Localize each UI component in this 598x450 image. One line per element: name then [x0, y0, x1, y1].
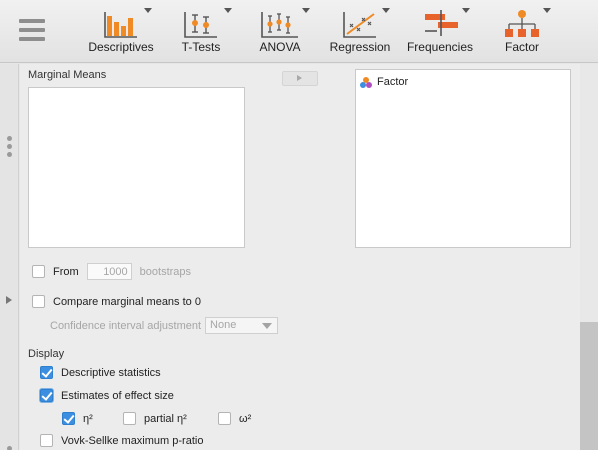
t-tests-button[interactable]: T-Tests [172, 4, 232, 60]
omega-squared-row: ω² [218, 412, 251, 425]
vovk-sellke-row: Vovk-Sellke maximum p-ratio [40, 434, 203, 447]
ci-adjustment-value: None [210, 319, 237, 331]
regression-icon [343, 12, 376, 38]
factor-hierarchy-icon [505, 10, 539, 37]
omega-squared-checkbox[interactable] [218, 412, 231, 425]
chevron-down-icon [262, 323, 273, 329]
compare-means-checkbox[interactable] [32, 295, 45, 308]
bar-chart-icon [104, 12, 137, 38]
analysis-options-panel: Marginal Means Factor From bootstraps Co… [20, 64, 580, 450]
marginal-means-title: Marginal Means [28, 69, 107, 81]
eta-squared-checkbox[interactable] [62, 412, 75, 425]
data-panel-splitter[interactable] [0, 64, 19, 450]
drag-handle-icon[interactable] [7, 136, 12, 160]
tool-label: Frequencies [406, 40, 474, 54]
marginal-means-target-list[interactable] [28, 87, 245, 248]
ribbon-toolbar: Descriptives T-Tests ANOVA Regression Fr… [0, 0, 598, 63]
factor-button[interactable]: Factor [494, 4, 551, 60]
anova-button[interactable]: ANOVA [252, 4, 310, 60]
eta-squared-label: η² [83, 412, 93, 425]
display-title: Display [28, 348, 65, 360]
available-variables-list[interactable]: Factor [355, 69, 571, 248]
arrow-right-icon [297, 75, 302, 81]
vovk-sellke-checkbox[interactable] [40, 434, 53, 447]
tool-label: Regression [329, 40, 391, 54]
tool-label: T-Tests [181, 40, 221, 54]
partial-eta-squared-checkbox[interactable] [123, 412, 136, 425]
factor-variable-icon [360, 76, 372, 88]
descriptive-statistics-row: Descriptive statistics [40, 366, 161, 379]
chevron-down-icon [543, 8, 551, 13]
bootstraps-input[interactable] [86, 263, 132, 280]
descriptive-statistics-label: Descriptive statistics [61, 366, 161, 379]
chevron-down-icon [382, 8, 390, 13]
descriptive-statistics-checkbox[interactable] [40, 366, 53, 379]
move-variable-button[interactable] [282, 71, 318, 86]
effect-size-checkbox[interactable] [40, 389, 53, 402]
ci-adjustment-label: Confidence interval adjustment [50, 319, 202, 332]
effect-size-label: Estimates of effect size [61, 389, 174, 402]
frequencies-button[interactable]: Frequencies [406, 4, 474, 60]
options-scrollbar-thumb[interactable] [580, 322, 598, 450]
tool-label: Descriptives [88, 40, 154, 54]
tool-label: Factor [504, 40, 539, 54]
partial-eta-squared-row: partial η² [123, 412, 187, 425]
expand-arrow-icon[interactable] [6, 296, 12, 304]
ttest-icon [184, 12, 217, 38]
hamburger-menu-icon[interactable] [19, 19, 45, 43]
chevron-down-icon [462, 8, 470, 13]
bootstraps-suffix: bootstraps [139, 265, 192, 278]
regression-button[interactable]: Regression [326, 4, 394, 60]
omega-squared-label: ω² [239, 412, 252, 425]
effect-size-row: Estimates of effect size [40, 389, 174, 402]
chevron-down-icon [144, 8, 152, 13]
chevron-down-icon [224, 8, 232, 13]
ci-adjustment-select[interactable]: None [205, 317, 279, 334]
from-label: From [53, 265, 79, 278]
bootstraps-row: From bootstraps [32, 263, 191, 280]
anova-icon [261, 12, 298, 38]
tool-label: ANOVA [259, 40, 301, 54]
compare-means-label: Compare marginal means to 0 [53, 295, 201, 308]
list-item[interactable]: Factor [360, 76, 408, 88]
eta-squared-row: η² [62, 412, 93, 425]
vovk-sellke-label: Vovk-Sellke maximum p-ratio [61, 434, 204, 447]
chevron-down-icon [302, 8, 310, 13]
factor-label: Factor [377, 76, 409, 88]
ci-adjustment-row: Confidence interval adjustment None [50, 317, 279, 334]
compare-row: Compare marginal means to 0 [32, 295, 201, 308]
descriptives-button[interactable]: Descriptives [86, 4, 156, 60]
dot-icon [7, 446, 12, 450]
frequencies-icon [425, 10, 458, 36]
partial-eta-squared-label: partial η² [144, 412, 187, 425]
bootstraps-checkbox[interactable] [32, 265, 45, 278]
